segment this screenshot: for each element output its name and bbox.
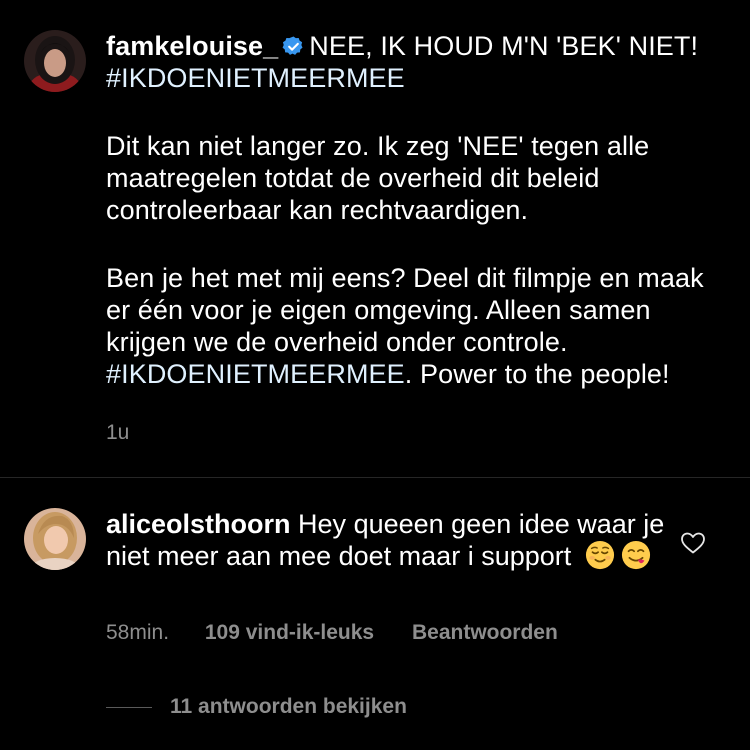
comment-timestamp: 58min. [106,621,170,644]
reply-button[interactable]: Beantwoorden [412,621,558,645]
comment-author-username[interactable]: aliceolsthoorn [106,509,291,539]
like-heart-icon[interactable] [680,531,706,555]
comment-meta: 58min. 109 vind-ik-leuks Beantwoorden [106,621,558,645]
comment-author-avatar[interactable] [24,508,86,570]
post-author-avatar[interactable] [24,30,86,92]
verified-badge-icon [282,36,303,55]
caption-paragraph-2-tail: . Power to the people! [404,359,670,389]
caption-paragraph-1: Dit kan niet langer zo. Ik zeg 'NEE' teg… [106,131,650,225]
post-title-text: NEE, IK HOUD M'N 'BEK' NIET! [309,31,699,61]
comment-likes-link[interactable]: 109 vind-ik-leuks [205,621,374,645]
comment-body: aliceolsthoorn Hey queeen geen idee waar… [106,508,666,572]
caption-paragraph-2: Ben je het met mij eens? Deel dit filmpj… [106,262,731,390]
hashtag-link[interactable]: #IKDOENIETMEERMEE [106,63,405,93]
hashtag-link-2[interactable]: #IKDOENIETMEERMEE [106,359,405,389]
post-author-username[interactable]: famkelouise_ [106,31,278,61]
post-caption: famkelouise_ NEE, IK HOUD M'N 'BEK' NIET… [106,30,731,390]
relieved-face-emoji-icon [585,540,614,570]
divider [0,477,750,478]
post-timestamp: 1u [106,421,130,444]
view-replies-label[interactable]: 11 antwoorden bekijken [170,695,407,719]
view-replies-button[interactable]: 11 antwoorden bekijken [106,694,407,720]
face-savoring-food-emoji-icon [621,540,650,570]
replies-divider-line [106,706,152,708]
caption-paragraph-2-text: Ben je het met mij eens? Deel dit filmpj… [106,263,704,357]
